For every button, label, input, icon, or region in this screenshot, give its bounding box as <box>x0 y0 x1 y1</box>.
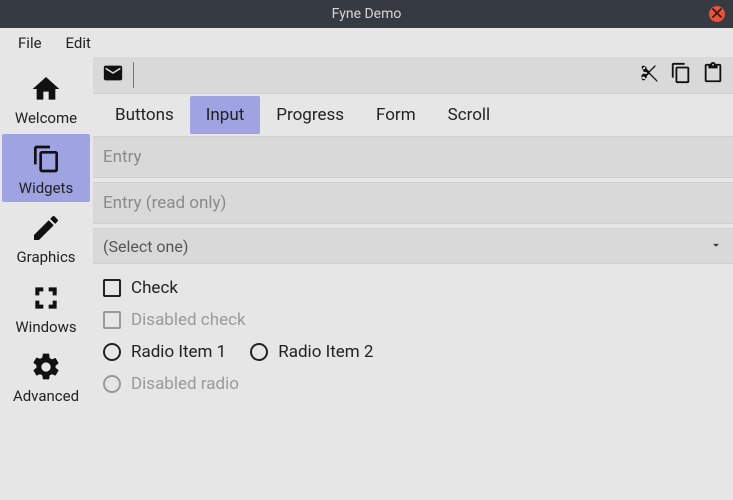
disabled-radio-control: Disabled radio <box>103 374 239 394</box>
window-close-button[interactable] <box>709 6 725 22</box>
tabs: Buttons Input Progress Form Scroll <box>93 94 733 136</box>
checkbox-icon <box>103 311 121 329</box>
mail-icon <box>102 62 124 88</box>
toolbar-mail-button[interactable] <box>99 61 127 89</box>
sidebar-item-label: Graphics <box>16 249 75 266</box>
check-row: Check <box>93 272 733 304</box>
tab-buttons[interactable]: Buttons <box>99 96 190 134</box>
disabled-check-label: Disabled check <box>131 310 246 330</box>
entry-row <box>93 136 733 178</box>
sidebar-item-label: Windows <box>15 319 76 336</box>
cut-icon <box>638 62 660 88</box>
radio-item-1[interactable]: Radio Item 1 <box>103 342 226 362</box>
entry-input[interactable] <box>103 147 723 167</box>
radio1-label: Radio Item 1 <box>131 342 226 362</box>
radio-icon <box>103 343 121 361</box>
toolbar-separator <box>133 62 134 88</box>
disabled-check-row: Disabled check <box>93 304 733 336</box>
sidebar-item-advanced[interactable]: Advanced <box>2 342 90 411</box>
copy-stack-icon <box>29 142 63 176</box>
window-title: Fyne Demo <box>332 6 402 22</box>
tab-input[interactable]: Input <box>190 96 261 134</box>
menubar: File Edit <box>0 28 733 57</box>
disabled-radio-label: Disabled radio <box>131 374 239 394</box>
window-titlebar: Fyne Demo <box>0 0 733 28</box>
main-panel: Buttons Input Progress Form Scroll Entry… <box>93 57 733 500</box>
radio-icon <box>250 343 268 361</box>
sidebar-item-graphics[interactable]: Graphics <box>2 203 90 272</box>
tab-scroll[interactable]: Scroll <box>432 96 507 134</box>
sidebar-item-windows[interactable]: Windows <box>2 273 90 342</box>
fullscreen-icon <box>29 281 63 315</box>
toolbar-paste-button[interactable] <box>699 61 727 89</box>
disabled-check-control: Disabled check <box>103 310 246 330</box>
entry-readonly-row: Entry (read only) <box>93 182 733 224</box>
toolbar-copy-button[interactable] <box>667 61 695 89</box>
home-icon <box>29 72 63 106</box>
sidebar-item-widgets[interactable]: Widgets <box>2 134 90 203</box>
menu-file[interactable]: File <box>6 30 54 56</box>
sidebar: Welcome Widgets Graphics Windows Advance <box>0 57 93 500</box>
close-icon <box>712 0 722 28</box>
sidebar-item-label: Advanced <box>13 388 79 405</box>
check-label: Check <box>131 278 178 298</box>
sidebar-item-welcome[interactable]: Welcome <box>2 64 90 133</box>
check-control[interactable]: Check <box>103 278 178 298</box>
copy-icon <box>670 62 692 88</box>
radio-icon <box>103 375 121 393</box>
paste-icon <box>702 62 724 88</box>
select-dropdown[interactable]: (Select one) <box>93 228 733 264</box>
radio-item-2[interactable]: Radio Item 2 <box>250 342 373 362</box>
gear-icon <box>29 350 63 384</box>
tab-form[interactable]: Form <box>360 96 432 134</box>
radio-row: Radio Item 1 Radio Item 2 <box>93 336 733 368</box>
toolbar-cut-button[interactable] <box>635 61 663 89</box>
entry-readonly: Entry (read only) <box>103 193 226 213</box>
sidebar-item-label: Widgets <box>19 180 73 197</box>
sidebar-item-label: Welcome <box>15 110 77 127</box>
disabled-radio-row: Disabled radio <box>93 368 733 400</box>
select-placeholder: (Select one) <box>103 237 188 256</box>
menu-edit[interactable]: Edit <box>54 30 103 56</box>
checkbox-icon <box>103 279 121 297</box>
chevron-down-icon <box>709 237 723 256</box>
pencil-icon <box>29 211 63 245</box>
tab-progress[interactable]: Progress <box>260 96 360 134</box>
radio2-label: Radio Item 2 <box>278 342 373 362</box>
toolbar <box>93 57 733 94</box>
